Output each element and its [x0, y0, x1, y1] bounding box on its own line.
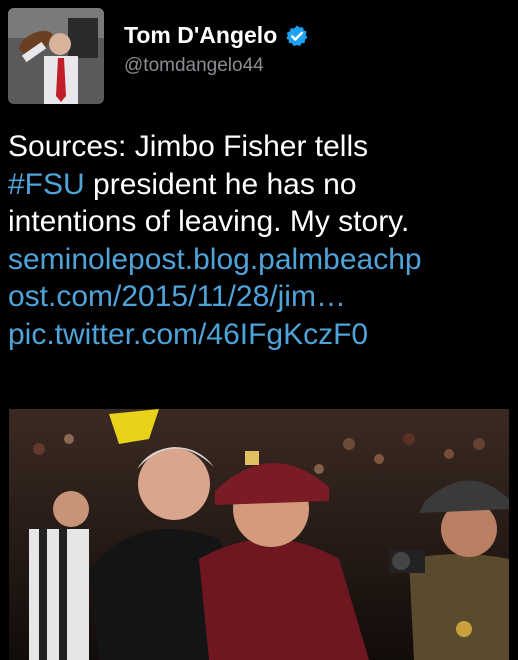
- tweet-line-2: #FSU president he has no: [8, 166, 513, 204]
- profile-photo-icon: [8, 8, 104, 104]
- author-handle[interactable]: @tomdangelo44: [124, 55, 264, 77]
- embrace-photo-icon: [9, 409, 509, 660]
- story-link-part-1[interactable]: seminolepost.blog.palmbeachp: [8, 241, 513, 279]
- avatar[interactable]: [8, 8, 104, 104]
- author-name-row[interactable]: Tom D'Angelo: [124, 22, 309, 49]
- tweet-line-3: intentions of leaving. My story.: [8, 205, 410, 238]
- tweet-photo[interactable]: [9, 409, 509, 660]
- hashtag-link[interactable]: #FSU: [8, 168, 85, 201]
- tweet-text: Sources: Jimbo Fisher tells #FSU preside…: [8, 128, 513, 353]
- tweet-line-1: Sources: Jimbo Fisher tells: [8, 130, 369, 163]
- tweet-line-2-text: president he has no: [84, 167, 357, 201]
- verified-badge-icon: [286, 25, 308, 46]
- pic-link[interactable]: pic.twitter.com/46IFgKczF0: [8, 316, 513, 354]
- story-link-part-2[interactable]: ost.com/2015/11/28/jim…: [8, 278, 513, 316]
- author-name[interactable]: Tom D'Angelo: [124, 22, 277, 49]
- tweet-header: Tom D'Angelo @tomdangelo44: [0, 0, 518, 110]
